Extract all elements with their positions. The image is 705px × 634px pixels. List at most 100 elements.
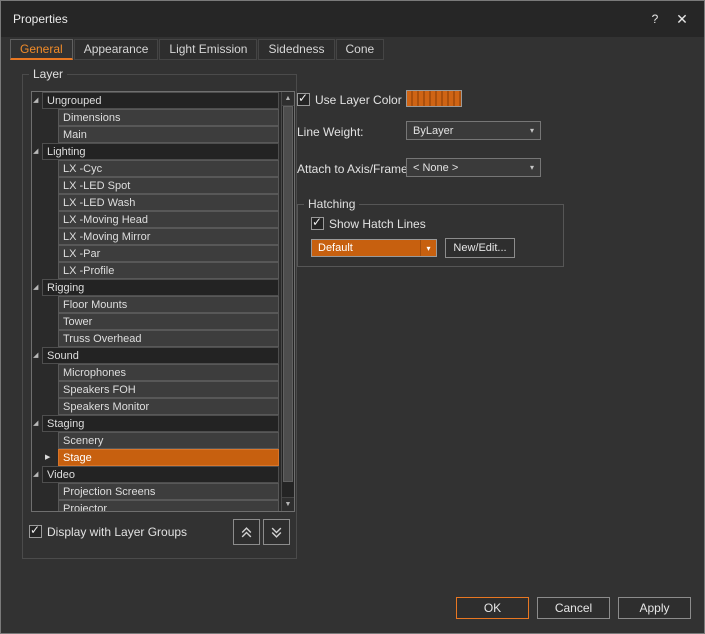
tree-item-lx-led-spot[interactable]: LX -LED Spot	[32, 177, 281, 194]
tree-item-microphones[interactable]: Microphones	[32, 364, 281, 381]
tab-cone[interactable]: Cone	[336, 39, 385, 60]
tree-item-lx-cyc[interactable]: LX -Cyc	[32, 160, 281, 177]
tree-item-speakers-foh[interactable]: Speakers FOH	[32, 381, 281, 398]
tree-item-box[interactable]: Floor Mounts	[58, 296, 279, 313]
tree-item-box[interactable]: LX -Cyc	[58, 160, 279, 177]
move-up-button[interactable]	[233, 519, 260, 545]
tree-item-lx-par[interactable]: LX -Par	[32, 245, 281, 262]
tree-item-label: Scenery	[63, 435, 103, 447]
tree-item-lx-profile[interactable]: LX -Profile	[32, 262, 281, 279]
tree-item-rigging[interactable]: ◢ Rigging	[32, 279, 281, 296]
layer-color-swatch[interactable]	[406, 90, 462, 107]
expand-icon[interactable]: ◢	[33, 283, 38, 291]
tree-item-box[interactable]: Truss Overhead	[58, 330, 279, 347]
current-item-arrow-icon: ▶	[45, 453, 50, 461]
tree-item-box[interactable]: LX -Profile	[58, 262, 279, 279]
dropdown-arrow-cell: ▾	[420, 240, 436, 256]
tree-item-box[interactable]: Staging	[42, 415, 279, 432]
show-hatch-lines-checkbox[interactable]: ✓	[311, 217, 324, 230]
tree-item-box[interactable]: Dimensions	[58, 109, 279, 126]
cancel-button[interactable]: Cancel	[537, 597, 610, 619]
titlebar[interactable]: Properties ? ✕	[1, 1, 704, 37]
tree-item-scenery[interactable]: Scenery	[32, 432, 281, 449]
tree-item-lx-moving-mirror[interactable]: LX -Moving Mirror	[32, 228, 281, 245]
ok-button[interactable]: OK	[456, 597, 529, 619]
tree-item-box[interactable]: Sound	[42, 347, 279, 364]
tab-sidedness[interactable]: Sidedness	[258, 39, 334, 60]
tree-item-sound[interactable]: ◢ Sound	[32, 347, 281, 364]
apply-button[interactable]: Apply	[618, 597, 691, 619]
expand-icon[interactable]: ◢	[33, 470, 38, 478]
tree-item-lighting[interactable]: ◢ Lighting	[32, 143, 281, 160]
scroll-down-icon[interactable]: ▼	[282, 497, 294, 511]
tree-item-box[interactable]: LX -LED Wash	[58, 194, 279, 211]
attach-axis-dropdown[interactable]: < None > ▾	[406, 158, 541, 177]
tree-item-label: Staging	[47, 418, 84, 430]
tab-appearance[interactable]: Appearance	[74, 39, 159, 60]
scrollbar[interactable]: ▲ ▼	[281, 92, 294, 511]
tree-item-box[interactable]: Rigging	[42, 279, 279, 296]
tree-item-box[interactable]: Microphones	[58, 364, 279, 381]
hatching-groupbox-label: Hatching	[304, 197, 359, 211]
show-hatch-lines-label: Show Hatch Lines	[329, 217, 426, 231]
close-icon[interactable]: ✕	[673, 10, 691, 28]
use-layer-color-checkbox[interactable]: ✓	[297, 93, 310, 106]
tree-item-label: Tower	[63, 316, 92, 328]
tree-item-lx-led-wash[interactable]: LX -LED Wash	[32, 194, 281, 211]
tree-item-box[interactable]: Tower	[58, 313, 279, 330]
tree-item-label: Ungrouped	[47, 95, 101, 107]
line-weight-dropdown[interactable]: ByLayer ▾	[406, 121, 541, 140]
display-with-layer-groups-checkbox[interactable]: ✓	[29, 525, 42, 538]
tree-item-video[interactable]: ◢ Video	[32, 466, 281, 483]
tree-item-box[interactable]: Scenery	[58, 432, 279, 449]
tree-item-box[interactable]: Projector	[58, 500, 279, 511]
tree-item-floor-mounts[interactable]: Floor Mounts	[32, 296, 281, 313]
tree-item-box[interactable]: Main	[58, 126, 279, 143]
tree-item-projection-screens[interactable]: Projection Screens	[32, 483, 281, 500]
tree-item-speakers-monitor[interactable]: Speakers Monitor	[32, 398, 281, 415]
expand-icon[interactable]: ◢	[33, 147, 38, 155]
chevron-down-icon: ▾	[530, 163, 534, 172]
tree-item-box[interactable]: LX -Moving Head	[58, 211, 279, 228]
properties-dialog: Properties ? ✕ General Appearance Light …	[0, 0, 705, 634]
help-icon[interactable]: ?	[646, 10, 664, 28]
tree-item-tower[interactable]: Tower	[32, 313, 281, 330]
tab-bar: General Appearance Light Emission Sidedn…	[10, 39, 704, 60]
tree-item-box[interactable]: LX -Moving Mirror	[58, 228, 279, 245]
line-weight-label: Line Weight:	[297, 125, 364, 139]
chevron-down-icon: ▾	[530, 126, 534, 135]
tree-item-dimensions[interactable]: Dimensions	[32, 109, 281, 126]
chevron-down-icon: ▾	[426, 244, 430, 253]
new-edit-button[interactable]: New/Edit...	[445, 238, 515, 258]
tree-item-box[interactable]: Lighting	[42, 143, 279, 160]
tree-item-stage[interactable]: ▶ Stage	[32, 449, 281, 466]
tree-item-box[interactable]: LX -Par	[58, 245, 279, 262]
tree-item-label: Dimensions	[63, 112, 120, 124]
scrollbar-thumb[interactable]	[283, 106, 293, 482]
tree-item-projector[interactable]: Projector	[32, 500, 281, 511]
tab-general[interactable]: General	[10, 39, 73, 60]
expand-icon[interactable]: ◢	[33, 419, 38, 427]
tree-item-lx-moving-head[interactable]: LX -Moving Head	[32, 211, 281, 228]
tree-item-truss-overhead[interactable]: Truss Overhead	[32, 330, 281, 347]
move-down-button[interactable]	[263, 519, 290, 545]
expand-icon[interactable]: ◢	[33, 351, 38, 359]
tree-item-label: Floor Mounts	[63, 299, 127, 311]
tree-item-box[interactable]: Video	[42, 466, 279, 483]
tab-light-emission[interactable]: Light Emission	[159, 39, 257, 60]
scroll-up-icon[interactable]: ▲	[282, 92, 294, 106]
hatch-style-dropdown[interactable]: Default ▾	[311, 239, 437, 257]
tree-item-box[interactable]: Ungrouped	[42, 92, 279, 109]
tree-item-label: Speakers Monitor	[63, 401, 149, 413]
tree-item-box[interactable]: Speakers FOH	[58, 381, 279, 398]
window-title: Properties	[13, 12, 68, 26]
tree-item-ungrouped[interactable]: ◢ Ungrouped	[32, 92, 281, 109]
tree-item-main[interactable]: Main	[32, 126, 281, 143]
tree-item-box[interactable]: Stage	[58, 449, 279, 466]
layer-tree-rows: ◢ Ungrouped Dimensions Main ◢ LightingLX -Cyc…	[32, 92, 281, 511]
tree-item-box[interactable]: LX -LED Spot	[58, 177, 279, 194]
tree-item-staging[interactable]: ◢ Staging	[32, 415, 281, 432]
tree-item-box[interactable]: Speakers Monitor	[58, 398, 279, 415]
tree-item-box[interactable]: Projection Screens	[58, 483, 279, 500]
expand-icon[interactable]: ◢	[33, 96, 38, 104]
